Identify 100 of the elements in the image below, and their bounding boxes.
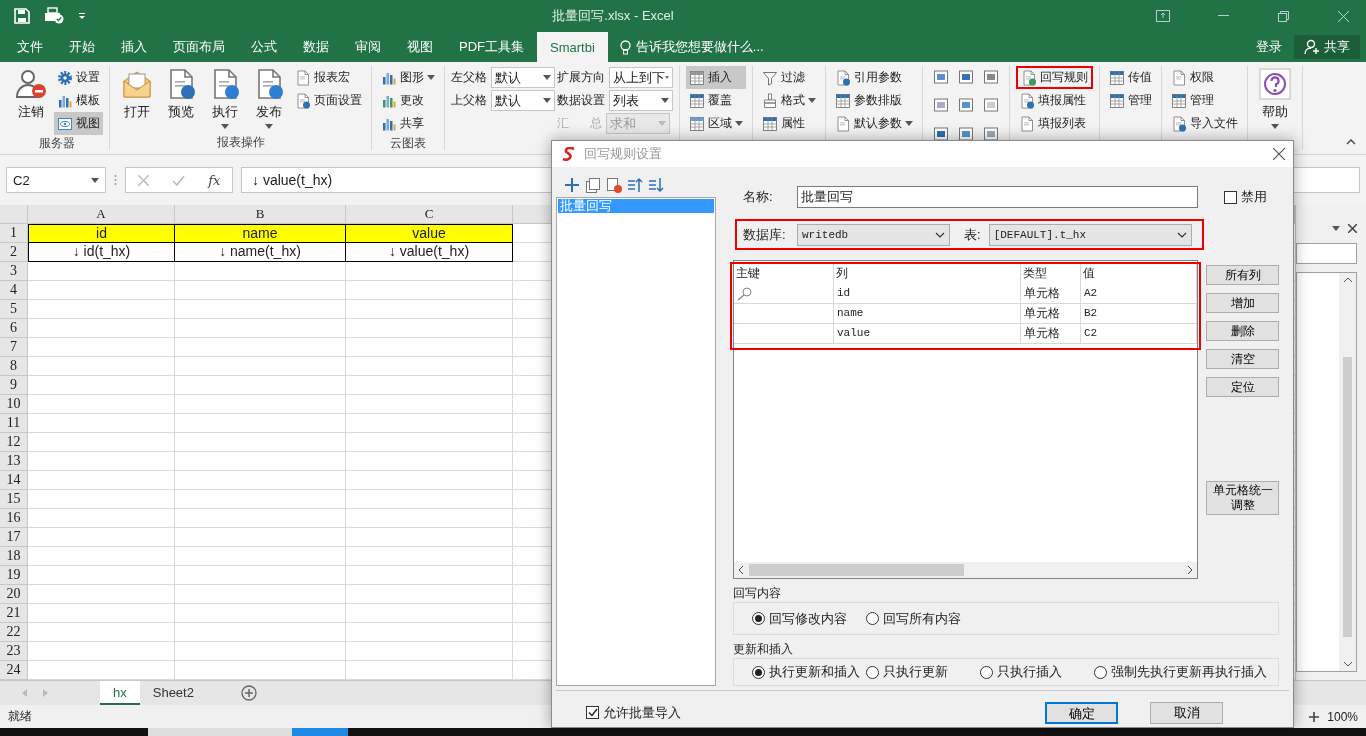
radio-button[interactable] bbox=[1094, 665, 1107, 679]
row-header[interactable]: 16 bbox=[0, 509, 28, 528]
ribbon-button[interactable]: 页面设置 bbox=[292, 89, 365, 112]
ribbon-button[interactable]: 设置 bbox=[54, 66, 103, 89]
ribbon-button[interactable]: 区域 bbox=[686, 112, 746, 135]
dropdown[interactable]: 默认 bbox=[491, 90, 555, 111]
name-box[interactable]: C2 bbox=[6, 167, 106, 193]
side-button[interactable]: 删除 bbox=[1206, 321, 1279, 341]
ribbon-button[interactable]: 帮助 bbox=[1254, 66, 1296, 131]
side-button[interactable]: 增加 bbox=[1206, 293, 1279, 313]
save-icon[interactable] bbox=[14, 8, 30, 24]
menu-tab[interactable]: 页面布局 bbox=[160, 32, 238, 62]
sign-in-link[interactable]: 登录 bbox=[1244, 32, 1294, 62]
ribbon-button[interactable]: 管理 bbox=[1168, 89, 1241, 112]
menu-tab[interactable]: Smartbi bbox=[537, 32, 608, 62]
row-header[interactable]: 21 bbox=[0, 604, 28, 623]
row-header[interactable]: 13 bbox=[0, 452, 28, 471]
row-header[interactable]: 17 bbox=[0, 528, 28, 547]
move-up-icon[interactable] bbox=[627, 177, 643, 193]
ribbon-button[interactable]: 打开 bbox=[116, 66, 158, 123]
ribbon-button[interactable]: 管理 bbox=[1106, 89, 1155, 112]
horizontal-scrollbar[interactable] bbox=[734, 562, 1197, 578]
close-icon[interactable] bbox=[1273, 148, 1285, 160]
radio-button[interactable] bbox=[752, 612, 765, 625]
ribbon-button[interactable]: 发布 bbox=[248, 66, 290, 131]
checkbox[interactable] bbox=[1224, 190, 1237, 204]
row-header[interactable]: 6 bbox=[0, 319, 28, 338]
ribbon-button[interactable]: 执行 bbox=[204, 66, 246, 131]
delete-icon[interactable] bbox=[606, 177, 622, 193]
row-header[interactable]: 22 bbox=[0, 623, 28, 642]
row-header[interactable]: 4 bbox=[0, 281, 28, 300]
scroll-up-icon[interactable] bbox=[1343, 277, 1352, 282]
row-header[interactable]: 18 bbox=[0, 547, 28, 566]
dropdown[interactable]: 从上到下 bbox=[609, 67, 673, 88]
ribbon-button[interactable]: 属性 bbox=[759, 112, 819, 135]
table-dropdown[interactable]: [DEFAULT].t_hx bbox=[988, 223, 1192, 246]
scroll-left-icon[interactable] bbox=[738, 566, 743, 574]
ribbon-button[interactable]: 插入 bbox=[686, 66, 746, 89]
drag-handle-icon[interactable] bbox=[114, 174, 117, 186]
input-field[interactable] bbox=[1296, 243, 1357, 264]
row-header[interactable]: 3 bbox=[0, 262, 28, 281]
ribbon-button[interactable]: 参数排版 bbox=[832, 89, 916, 112]
menu-tab[interactable]: 视图 bbox=[394, 32, 446, 62]
row-header[interactable]: 11 bbox=[0, 414, 28, 433]
dropdown[interactable]: 默认 bbox=[491, 67, 555, 88]
name-field[interactable]: 批量回写 bbox=[797, 186, 1198, 208]
row-header[interactable]: 24 bbox=[0, 661, 28, 680]
ribbon-button[interactable]: 报表宏 bbox=[292, 66, 365, 89]
ribbon-button[interactable]: 传值 bbox=[1106, 66, 1155, 89]
ribbon-button[interactable]: 视图 bbox=[54, 112, 103, 135]
ribbon-button[interactable]: 导入文件 bbox=[1168, 112, 1241, 135]
row-header[interactable]: 5 bbox=[0, 300, 28, 319]
scrollbar-thumb[interactable] bbox=[1343, 357, 1352, 637]
menu-tab[interactable]: 审阅 bbox=[342, 32, 394, 62]
radio-button[interactable] bbox=[980, 665, 993, 679]
scroll-down-icon[interactable] bbox=[1343, 662, 1352, 667]
ribbon-button[interactable]: 更改 bbox=[378, 89, 438, 112]
side-button[interactable]: 清空 bbox=[1206, 349, 1279, 369]
row-header[interactable]: 14 bbox=[0, 471, 28, 490]
ribbon-button[interactable]: 填报属性 bbox=[1016, 89, 1093, 112]
ribbon-button[interactable]: 预览 bbox=[160, 66, 202, 123]
ribbon-button[interactable]: 回写规则 bbox=[1016, 66, 1093, 89]
row-header[interactable]: 9 bbox=[0, 376, 28, 395]
ribbon-button[interactable]: 默认参数 bbox=[832, 112, 916, 135]
menu-tab[interactable]: 插入 bbox=[108, 32, 160, 62]
menu-tab[interactable]: 开始 bbox=[56, 32, 108, 62]
column-header[interactable]: B bbox=[175, 205, 346, 224]
row-header[interactable]: 8 bbox=[0, 357, 28, 376]
radio-button[interactable] bbox=[866, 612, 879, 625]
database-dropdown[interactable]: writedb bbox=[797, 223, 950, 246]
row-header[interactable]: 15 bbox=[0, 490, 28, 509]
ribbon-button[interactable]: 共享 bbox=[378, 112, 438, 135]
row-header[interactable]: 19 bbox=[0, 566, 28, 585]
ribbon-button[interactable]: 过滤 bbox=[759, 66, 819, 89]
row-header[interactable]: 10 bbox=[0, 395, 28, 414]
side-button[interactable]: 定位 bbox=[1206, 377, 1279, 397]
ribbon-button[interactable]: 注销 bbox=[10, 66, 52, 123]
dialog-button[interactable]: 确定 bbox=[1045, 701, 1118, 724]
column-header[interactable]: C bbox=[346, 205, 513, 224]
ribbon-button[interactable]: 格式 bbox=[759, 89, 819, 112]
side-button[interactable]: 所有列 bbox=[1206, 265, 1279, 285]
collapse-ribbon-icon[interactable] bbox=[1346, 139, 1356, 145]
insert-function-button[interactable]: fx bbox=[208, 172, 221, 188]
row-header[interactable]: 20 bbox=[0, 585, 28, 604]
scroll-right-icon[interactable] bbox=[1188, 566, 1193, 574]
sheet-tab[interactable]: hx bbox=[100, 681, 140, 705]
ribbon-button[interactable]: 权限 bbox=[1168, 66, 1241, 89]
column-header[interactable]: A bbox=[28, 205, 175, 224]
copy-icon[interactable] bbox=[585, 177, 601, 193]
radio-button[interactable] bbox=[752, 665, 765, 679]
share-button[interactable]: 共享 bbox=[1294, 35, 1360, 59]
add-icon[interactable] bbox=[564, 177, 580, 193]
row-header[interactable]: 1 bbox=[0, 224, 28, 243]
customize-icon[interactable] bbox=[78, 12, 86, 20]
row-header[interactable]: 12 bbox=[0, 433, 28, 452]
menu-tab[interactable]: 公式 bbox=[238, 32, 290, 62]
ribbon-button[interactable]: 覆盖 bbox=[686, 89, 746, 112]
move-down-icon[interactable] bbox=[648, 177, 664, 193]
dialog-button[interactable]: 取消 bbox=[1150, 701, 1223, 724]
side-button[interactable]: 单元格统一调整 bbox=[1206, 481, 1279, 515]
